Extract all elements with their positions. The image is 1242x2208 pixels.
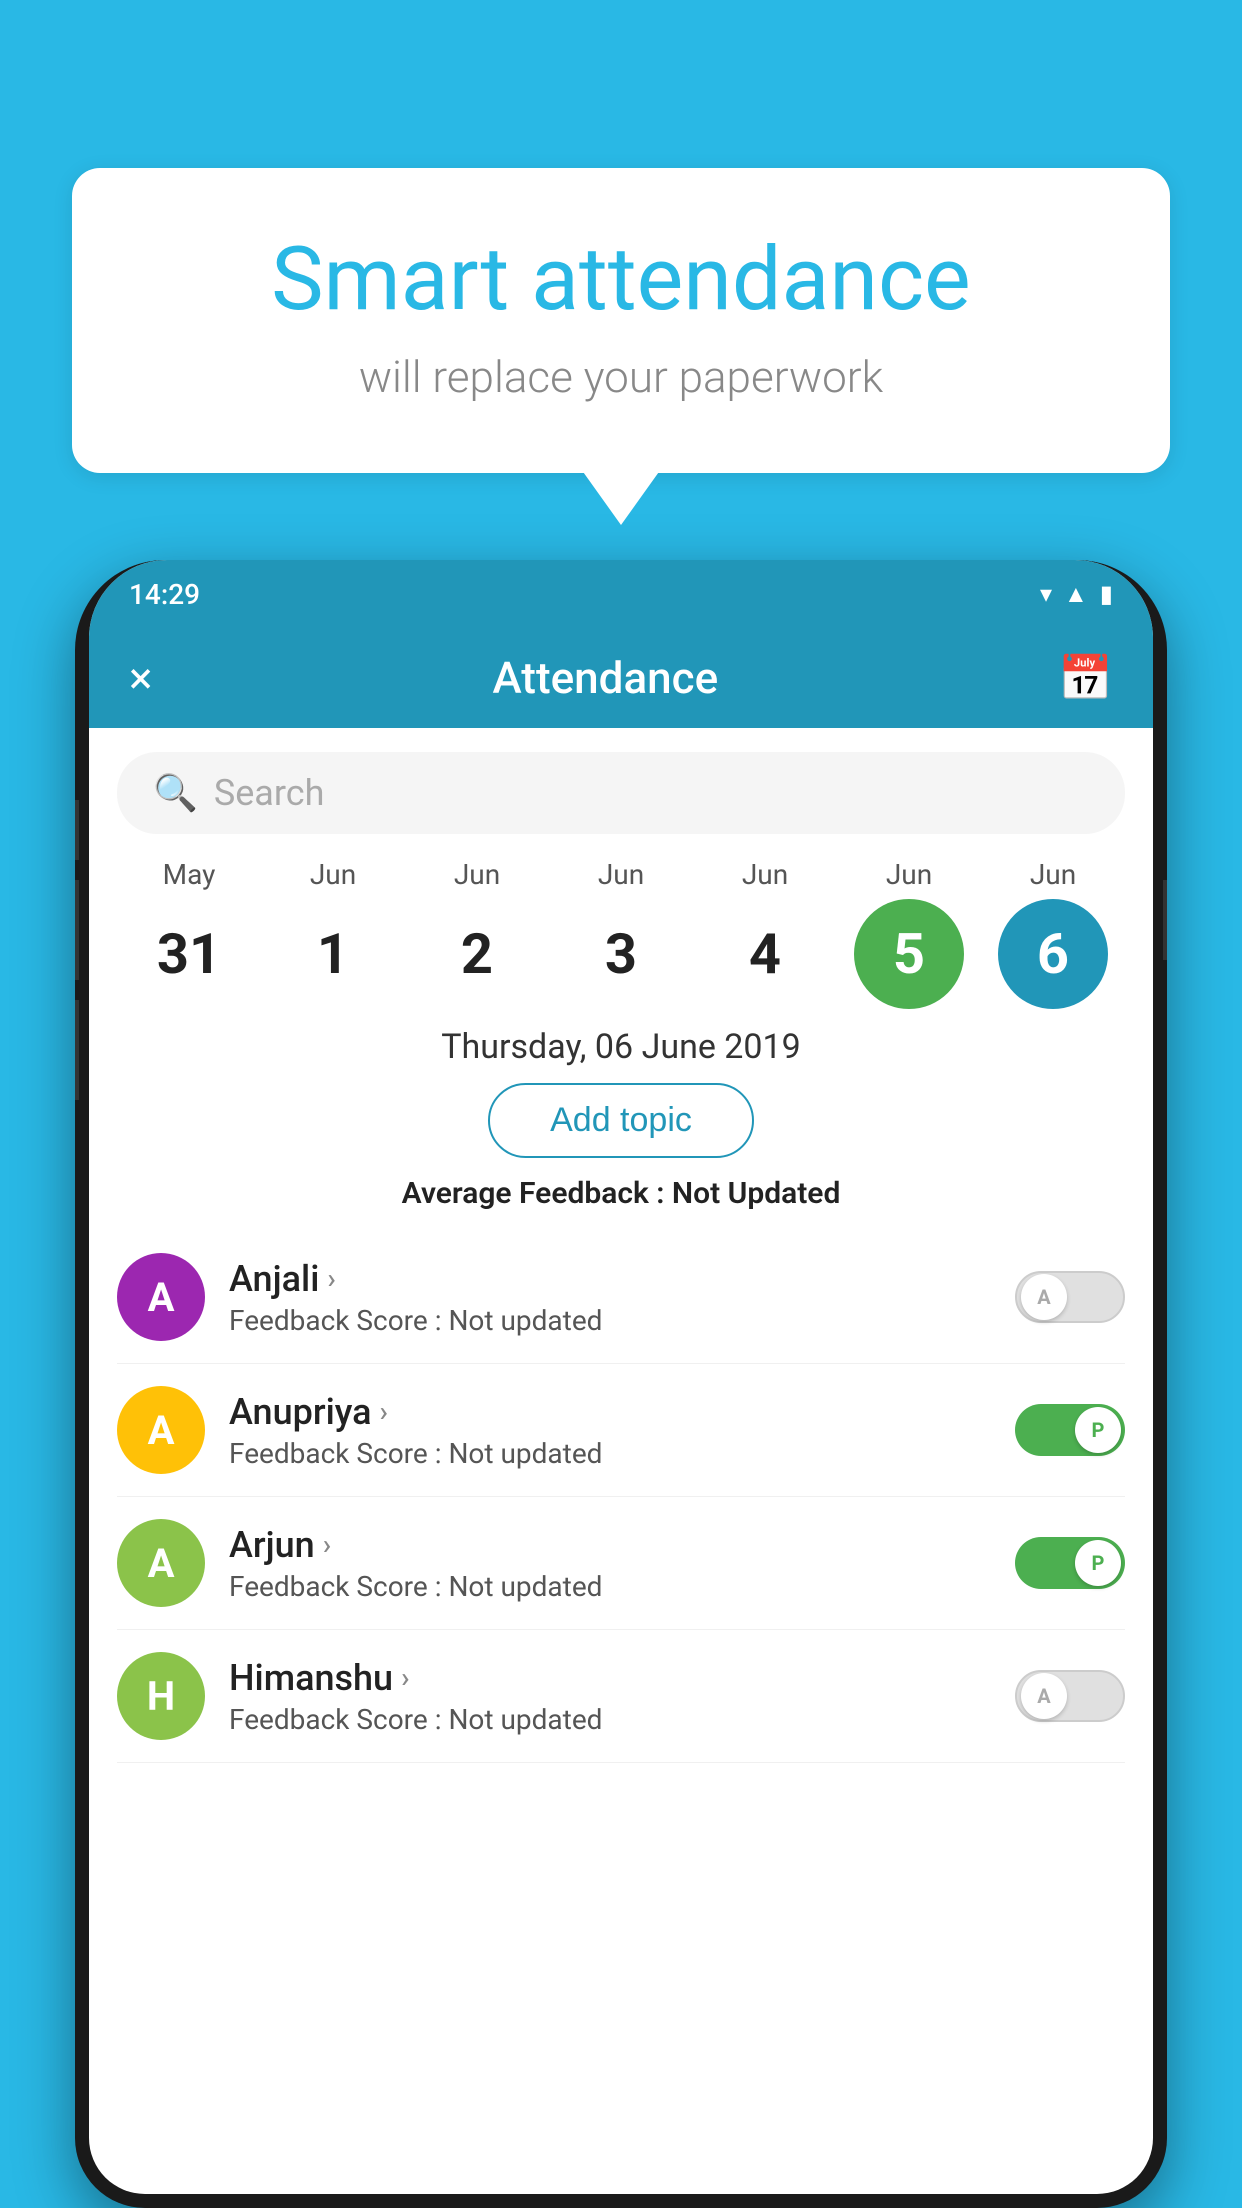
chevron-icon-3: › xyxy=(401,1661,409,1694)
signal-icon: ▲ xyxy=(1064,580,1088,609)
student-info-3: Himanshu › Feedback Score : Not updated xyxy=(229,1657,991,1736)
date-day-0: 31 xyxy=(134,899,244,1009)
toggle-thumb-0: A xyxy=(1021,1274,1067,1320)
student-name-3: Himanshu › xyxy=(229,1657,991,1699)
date-col-3[interactable]: Jun 3 xyxy=(561,858,681,1009)
student-item-0[interactable]: A Anjali › Feedback Score : Not updated xyxy=(117,1231,1125,1364)
toggle-container-0[interactable]: A xyxy=(1015,1271,1125,1323)
date-month-0: May xyxy=(163,858,216,891)
chevron-icon-2: › xyxy=(323,1528,331,1561)
date-month-5: Jun xyxy=(886,858,932,891)
student-name-2: Arjun › xyxy=(229,1524,991,1566)
avg-feedback-value: Not Updated xyxy=(672,1176,840,1211)
student-name-1: Anupriya › xyxy=(229,1391,991,1433)
date-month-3: Jun xyxy=(598,858,644,891)
student-feedback-2: Feedback Score : Not updated xyxy=(229,1570,991,1603)
avg-feedback: Average Feedback : Not Updated xyxy=(89,1176,1153,1211)
student-avatar-1: A xyxy=(117,1386,205,1474)
date-day-2: 2 xyxy=(422,899,532,1009)
date-col-4[interactable]: Jun 4 xyxy=(705,858,825,1009)
power-button xyxy=(1163,880,1167,960)
search-icon: 🔍 xyxy=(153,772,198,814)
battery-icon: ▮ xyxy=(1100,580,1113,608)
avg-feedback-label: Average Feedback : xyxy=(402,1176,665,1211)
search-placeholder: Search xyxy=(214,772,325,814)
close-button[interactable]: × xyxy=(129,652,152,704)
date-col-5[interactable]: Jun 5 xyxy=(849,858,969,1009)
search-bar[interactable]: 🔍 Search xyxy=(117,752,1125,834)
silent-button xyxy=(75,1000,79,1100)
date-col-0[interactable]: May 31 xyxy=(129,858,249,1009)
student-item-2[interactable]: A Arjun › Feedback Score : Not updated xyxy=(117,1497,1125,1630)
date-col-1[interactable]: Jun 1 xyxy=(273,858,393,1009)
header-title: Attendance xyxy=(492,652,718,704)
student-info-0: Anjali › Feedback Score : Not updated xyxy=(229,1258,991,1337)
speech-bubble: Smart attendance will replace your paper… xyxy=(72,168,1170,473)
student-item-3[interactable]: H Himanshu › Feedback Score : Not update… xyxy=(117,1630,1125,1763)
attendance-toggle-2[interactable]: P xyxy=(1015,1537,1125,1589)
date-col-2[interactable]: Jun 2 xyxy=(417,858,537,1009)
status-icons: ▾ ▲ ▮ xyxy=(1040,580,1113,609)
student-feedback-3: Feedback Score : Not updated xyxy=(229,1703,991,1736)
student-info-1: Anupriya › Feedback Score : Not updated xyxy=(229,1391,991,1470)
toggle-container-3[interactable]: A xyxy=(1015,1670,1125,1722)
attendance-toggle-1[interactable]: P xyxy=(1015,1404,1125,1456)
chevron-icon-0: › xyxy=(327,1262,335,1295)
toggle-thumb-3: A xyxy=(1021,1673,1067,1719)
status-bar: 14:29 ▾ ▲ ▮ xyxy=(89,560,1153,628)
add-topic-button[interactable]: Add topic xyxy=(488,1083,754,1158)
toggle-thumb-2: P xyxy=(1075,1540,1121,1586)
student-avatar-3: H xyxy=(117,1652,205,1740)
toggle-thumb-1: P xyxy=(1075,1407,1121,1453)
phone-frame: 14:29 ▾ ▲ ▮ × Attendance 📅 🔍 Search May … xyxy=(75,560,1167,2208)
chevron-icon-1: › xyxy=(380,1395,388,1428)
volume-up-button xyxy=(75,800,79,860)
date-day-5: 5 xyxy=(854,899,964,1009)
bubble-subtitle: will replace your paperwork xyxy=(152,351,1090,403)
date-day-1: 1 xyxy=(278,899,388,1009)
date-month-6: Jun xyxy=(1030,858,1076,891)
toggle-container-1[interactable]: P xyxy=(1015,1404,1125,1456)
attendance-toggle-3[interactable]: A xyxy=(1015,1670,1125,1722)
status-time: 14:29 xyxy=(129,578,200,611)
volume-down-button xyxy=(75,880,79,980)
toggle-container-2[interactable]: P xyxy=(1015,1537,1125,1589)
bubble-title: Smart attendance xyxy=(152,228,1090,331)
date-month-1: Jun xyxy=(310,858,356,891)
student-avatar-2: A xyxy=(117,1519,205,1607)
date-day-3: 3 xyxy=(566,899,676,1009)
attendance-toggle-0[interactable]: A xyxy=(1015,1271,1125,1323)
student-name-0: Anjali › xyxy=(229,1258,991,1300)
date-selector: May 31 Jun 1 Jun 2 Jun 3 Jun 4 Jun 5 xyxy=(89,858,1153,1009)
date-day-4: 4 xyxy=(710,899,820,1009)
student-feedback-0: Feedback Score : Not updated xyxy=(229,1304,991,1337)
student-list: A Anjali › Feedback Score : Not updated xyxy=(89,1231,1153,1763)
student-info-2: Arjun › Feedback Score : Not updated xyxy=(229,1524,991,1603)
student-item-1[interactable]: A Anupriya › Feedback Score : Not update… xyxy=(117,1364,1125,1497)
calendar-icon[interactable]: 📅 xyxy=(1058,652,1113,704)
date-col-6[interactable]: Jun 6 xyxy=(993,858,1113,1009)
wifi-icon: ▾ xyxy=(1040,580,1052,608)
date-day-6: 6 xyxy=(998,899,1108,1009)
selected-date: Thursday, 06 June 2019 xyxy=(89,1027,1153,1067)
phone-screen: 14:29 ▾ ▲ ▮ × Attendance 📅 🔍 Search May … xyxy=(89,560,1153,2194)
student-feedback-1: Feedback Score : Not updated xyxy=(229,1437,991,1470)
date-month-2: Jun xyxy=(454,858,500,891)
student-avatar-0: A xyxy=(117,1253,205,1341)
date-month-4: Jun xyxy=(742,858,788,891)
app-header: × Attendance 📅 xyxy=(89,628,1153,728)
